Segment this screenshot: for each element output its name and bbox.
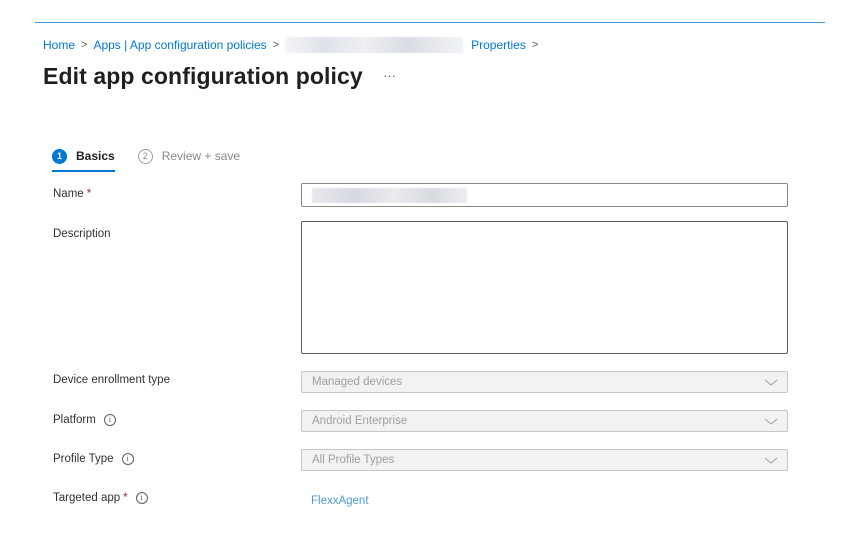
more-options-icon[interactable]: ··· bbox=[383, 68, 396, 83]
info-icon[interactable]: i bbox=[135, 492, 148, 504]
platform-select[interactable]: Android Enterprise bbox=[301, 410, 788, 432]
step-review-save[interactable]: 2 Review + save bbox=[137, 144, 241, 168]
page-title: Edit app configuration policy bbox=[43, 63, 363, 89]
chevron-down-icon bbox=[764, 379, 778, 386]
enrollment-label: Device enrollment type bbox=[53, 374, 170, 386]
targeted-app-label-text: Targeted app bbox=[53, 492, 121, 504]
wizard-steps: 1 Basics 2 Review + save bbox=[52, 144, 241, 172]
chevron-down-icon bbox=[764, 457, 778, 464]
platform-label-text: Platform bbox=[53, 414, 96, 426]
name-label: Name * bbox=[53, 188, 91, 200]
targeted-app-link[interactable]: FlexxAgent bbox=[311, 495, 369, 507]
step-label: Basics bbox=[76, 149, 115, 163]
required-asterisk: * bbox=[123, 492, 128, 504]
top-divider bbox=[35, 22, 825, 23]
breadcrumb-properties-link[interactable]: Properties bbox=[471, 38, 526, 52]
enrollment-type-select[interactable]: Managed devices bbox=[301, 371, 788, 393]
profile-type-select[interactable]: All Profile Types bbox=[301, 449, 788, 471]
required-asterisk: * bbox=[86, 188, 92, 200]
chevron-down-icon bbox=[764, 418, 778, 425]
name-value-redacted bbox=[312, 188, 467, 203]
profile-type-label: Profile Type i bbox=[53, 453, 134, 465]
description-textarea[interactable] bbox=[301, 221, 788, 354]
name-label-text: Name bbox=[53, 188, 84, 200]
step-basics[interactable]: 1 Basics bbox=[52, 144, 115, 172]
breadcrumb-apps-link[interactable]: Apps | App configuration policies bbox=[93, 38, 266, 52]
platform-label: Platform i bbox=[53, 414, 116, 426]
enrollment-label-text: Device enrollment type bbox=[53, 374, 170, 386]
enrollment-type-value: Managed devices bbox=[312, 376, 403, 388]
platform-value: Android Enterprise bbox=[312, 415, 408, 427]
breadcrumb-separator-icon: > bbox=[272, 39, 280, 51]
description-label: Description bbox=[53, 228, 111, 240]
name-input[interactable] bbox=[301, 183, 788, 207]
step-number-badge: 2 bbox=[137, 148, 153, 164]
description-label-text: Description bbox=[53, 228, 111, 240]
breadcrumb-home-link[interactable]: Home bbox=[43, 38, 75, 52]
breadcrumb-separator-icon: > bbox=[531, 39, 539, 51]
breadcrumb-policy-link-redacted[interactable] bbox=[285, 37, 464, 53]
profile-type-label-text: Profile Type bbox=[53, 453, 114, 465]
info-icon[interactable]: i bbox=[121, 453, 134, 465]
step-label: Review + save bbox=[161, 149, 241, 163]
info-icon[interactable]: i bbox=[103, 414, 116, 426]
targeted-app-label: Targeted app * i bbox=[53, 492, 148, 504]
step-number-badge: 1 bbox=[52, 148, 67, 164]
profile-type-value: All Profile Types bbox=[312, 454, 395, 466]
breadcrumb-separator-icon: > bbox=[81, 39, 88, 51]
breadcrumb: Home > Apps | App configuration policies… bbox=[43, 37, 544, 53]
